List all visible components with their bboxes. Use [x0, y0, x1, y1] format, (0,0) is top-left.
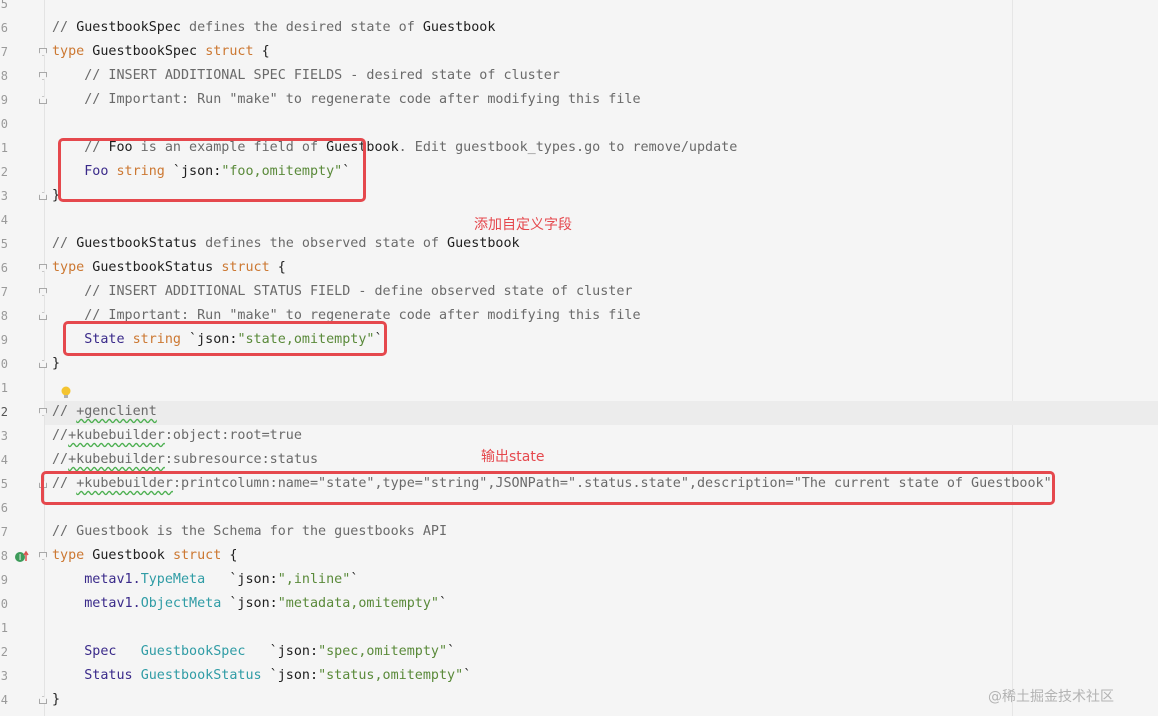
code-line: type Guestbook struct { — [52, 548, 238, 563]
code-area[interactable]: // GuestbookSpec defines the desired sta… — [52, 16, 1052, 712]
code-line: //+kubebuilder:object:root=true — [52, 428, 302, 443]
code-line: type GuestbookStatus struct { — [52, 260, 286, 275]
line-number: 9 — [0, 573, 8, 587]
line-number: 3 — [0, 429, 8, 443]
line-number: 4 — [0, 213, 8, 227]
line-number: 8 — [0, 69, 8, 83]
line-number: 1 — [0, 621, 8, 635]
svg-text:I: I — [19, 553, 21, 562]
custom-field-annotation: 添加自定义字段 — [474, 217, 572, 233]
line-number: 2 — [0, 405, 8, 419]
line-number: 8 — [0, 549, 8, 563]
watermark: @稀土掘金技术社区 — [988, 689, 1114, 705]
state-field-highlight-box — [63, 321, 387, 356]
code-editor[interactable]: 5 6 7 8 9 0 1 2 3 4 5 6 7 8 9 0 1 2 3 4 … — [0, 0, 1158, 716]
code-line: // INSERT ADDITIONAL STATUS FIELD - defi… — [52, 284, 633, 299]
code-line: Status GuestbookStatus `json:"status,omi… — [52, 668, 472, 683]
code-line: //+kubebuilder:subresource:status — [52, 452, 319, 467]
line-number: 9 — [0, 93, 8, 107]
line-number: 3 — [0, 189, 8, 203]
line-number: 1 — [0, 381, 8, 395]
line-number: 1 — [0, 141, 8, 155]
code-line: // Guestbook is the Schema for the guest… — [52, 524, 448, 539]
line-number: 6 — [0, 261, 8, 275]
line-number: 7 — [0, 525, 8, 539]
line-number: 6 — [0, 21, 8, 35]
line-number: 5 — [0, 477, 8, 491]
foo-field-highlight-box — [58, 138, 366, 202]
line-number: 5 — [0, 0, 8, 11]
line-number: 2 — [0, 165, 8, 179]
code-line: // GuestbookStatus defines the observed … — [52, 236, 520, 251]
line-number: 3 — [0, 669, 8, 683]
code-line: metav1.ObjectMeta `json:"metadata,omitem… — [52, 596, 448, 611]
code-line: Spec GuestbookSpec `json:"spec,omitempty… — [52, 644, 456, 659]
line-number: 9 — [0, 333, 8, 347]
implemented-interface-icon[interactable]: I — [14, 549, 30, 565]
printcolumn-highlight-box — [41, 471, 1055, 505]
code-line: // INSERT ADDITIONAL SPEC FIELDS - desir… — [52, 68, 560, 83]
code-line: type GuestbookSpec struct { — [52, 44, 270, 59]
line-number: 5 — [0, 237, 8, 251]
code-line: // +genclient — [52, 404, 157, 419]
line-number: 6 — [0, 501, 8, 515]
line-number: 4 — [0, 453, 8, 467]
line-number: 7 — [0, 285, 8, 299]
line-number: 0 — [0, 597, 8, 611]
line-number: 7 — [0, 45, 8, 59]
code-line: metav1.TypeMeta `json:",inline"` — [52, 572, 359, 587]
output-state-annotation: 输出state — [481, 449, 545, 465]
code-line: // Important: Run "make" to regenerate c… — [52, 92, 641, 107]
line-number: 0 — [0, 357, 8, 371]
gutter-divider — [44, 0, 45, 716]
line-number: 2 — [0, 645, 8, 659]
line-number: 0 — [0, 117, 8, 131]
code-line: } — [52, 692, 61, 707]
line-number: 8 — [0, 309, 8, 323]
line-number: 4 — [0, 693, 8, 707]
code-line: // GuestbookSpec defines the desired sta… — [52, 20, 496, 35]
